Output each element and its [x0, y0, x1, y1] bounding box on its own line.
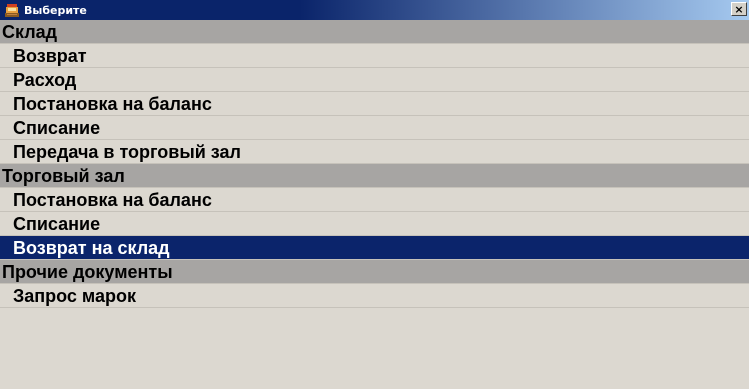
list-item[interactable]: Списание	[0, 116, 749, 140]
app-icon	[4, 2, 20, 18]
close-button[interactable]: ×	[731, 2, 747, 16]
list-item[interactable]: Передача в торговый зал	[0, 140, 749, 164]
list-item[interactable]: Расход	[0, 68, 749, 92]
list-item[interactable]: Запрос марок	[0, 284, 749, 308]
close-icon: ×	[734, 2, 744, 16]
document-type-list: Склад Возврат Расход Постановка на баланс Сп…	[0, 20, 749, 389]
list-item[interactable]: Постановка на баланс	[0, 92, 749, 116]
group-header: Склад	[0, 20, 749, 44]
group-header: Торговый зал	[0, 164, 749, 188]
list-item[interactable]: Списание	[0, 212, 749, 236]
title-bar[interactable]: Выберите ×	[0, 0, 749, 20]
group-header: Прочие документы	[0, 260, 749, 284]
choose-dialog: Выберите × Склад Возврат Расход Постановка …	[0, 0, 749, 389]
list-item[interactable]: Постановка на баланс	[0, 188, 749, 212]
list-item[interactable]: Возврат	[0, 44, 749, 68]
window-title: Выберите	[24, 3, 87, 17]
list-item-selected[interactable]: Возврат на склад	[0, 236, 749, 260]
